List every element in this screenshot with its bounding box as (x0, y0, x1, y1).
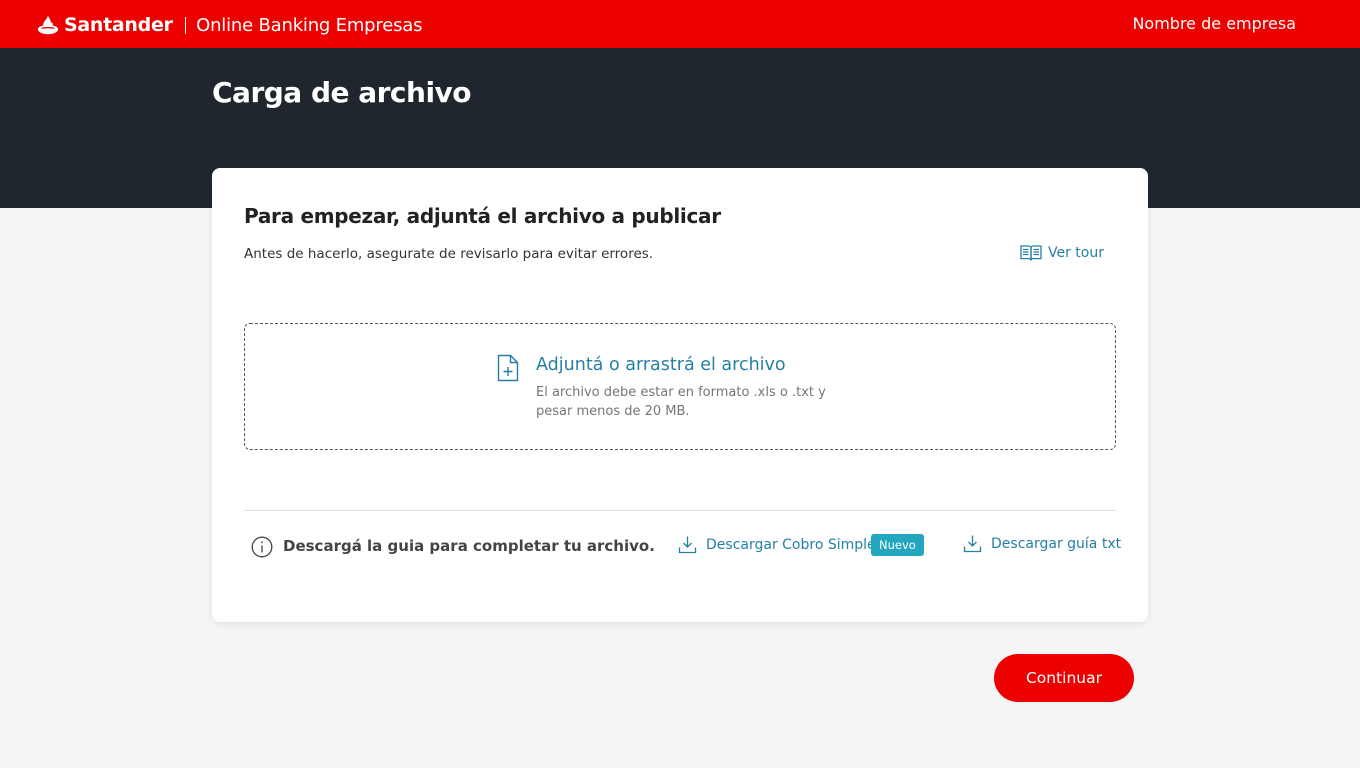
ver-tour-label: Ver tour (1048, 245, 1104, 261)
continue-button[interactable]: Continuar (994, 654, 1134, 702)
product-name: Online Banking Empresas (196, 14, 423, 36)
card-subtitle: Antes de hacerlo, asegurate de revisarlo… (244, 246, 654, 262)
brand-separator (184, 16, 187, 34)
upload-card: Para empezar, adjuntá el archivo a publi… (212, 168, 1148, 622)
ver-tour-link[interactable]: Ver tour (1020, 244, 1104, 262)
file-add-icon (497, 354, 519, 382)
santander-flame-icon (37, 15, 59, 35)
section-divider (244, 510, 1116, 511)
file-dropzone[interactable]: Adjuntá o arrastrá el archivo El archivo… (244, 323, 1116, 450)
book-open-icon (1020, 245, 1042, 261)
download-cobro-simple-label: Descargar Cobro Simple (706, 536, 876, 553)
dropzone-title: Adjuntá o arrastrá el archivo (536, 355, 786, 375)
guide-info-text: Descargá la guia para completar tu archi… (283, 537, 655, 555)
download-cobro-simple-link[interactable]: Descargar Cobro Simple (678, 535, 876, 554)
card-title: Para empezar, adjuntá el archivo a publi… (244, 204, 721, 228)
download-icon (678, 536, 697, 554)
new-badge: Nuevo (871, 534, 924, 556)
download-icon (963, 535, 982, 553)
top-bar: Santander Online Banking Empresas Nombre… (0, 0, 1360, 48)
dropzone-hint: El archivo debe estar en formato .xls o … (536, 385, 826, 419)
download-guia-txt-label: Descargar guía txt (991, 535, 1122, 552)
page-title: Carga de archivo (212, 76, 472, 109)
download-guia-txt-link[interactable]: Descargar guía txt (963, 534, 1121, 553)
company-menu[interactable]: Nombre de empresa (1132, 14, 1296, 33)
info-icon (251, 536, 273, 558)
brand-name: Santander (64, 14, 173, 36)
brand-logo[interactable]: Santander Online Banking Empresas (37, 12, 422, 38)
